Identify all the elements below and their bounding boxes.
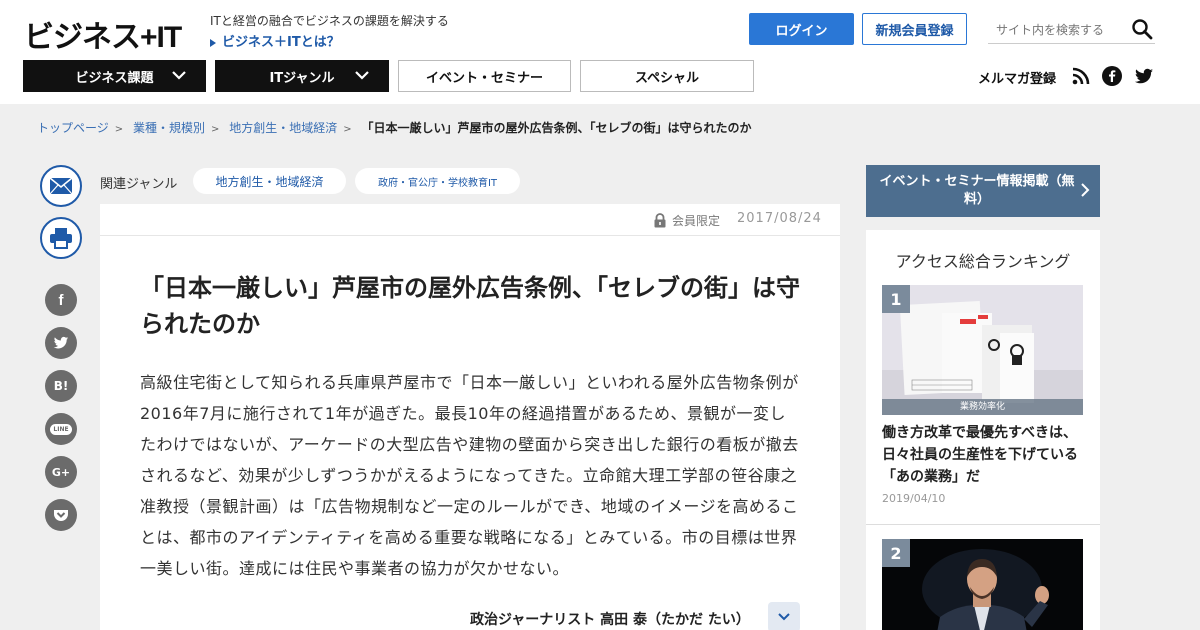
site-header: ビジネス+IT ITと経営の融合でビジネスの課題を解決する ビジネス＋ITとは？…: [0, 0, 1200, 104]
site-logo[interactable]: ビジネス+IT: [24, 12, 182, 56]
divider: [866, 524, 1100, 525]
facebook-icon[interactable]: [1102, 66, 1122, 86]
search-input[interactable]: [996, 20, 1126, 40]
pocket-share-button[interactable]: [45, 499, 77, 531]
nav-it-genre[interactable]: ITジャンル: [215, 60, 389, 92]
about-link[interactable]: ビジネス＋ITとは？: [210, 31, 340, 50]
search-icon[interactable]: [1131, 18, 1153, 40]
nav-events[interactable]: イベント・セミナー: [398, 60, 571, 92]
triangle-right-icon: [210, 38, 216, 47]
article-card: 会員限定 2017/08/24 「日本一厳しい」芦屋市の屋外広告条例、「セレブの…: [100, 204, 840, 630]
chevron-right-icon: >: [211, 124, 220, 135]
breadcrumb-item[interactable]: トップページ: [37, 121, 109, 135]
genre-tag[interactable]: 地方創生・地域経済: [193, 168, 346, 194]
hatena-icon: B!: [53, 379, 69, 393]
chevron-down-icon: [355, 71, 369, 80]
documents-photo: [882, 285, 1083, 415]
chevron-down-icon: [172, 71, 186, 80]
printer-icon: [50, 228, 72, 249]
breadcrumb-current: 「日本一厳しい」芦屋市の屋外広告条例、「セレブの街」は守られたのか: [361, 121, 752, 135]
ranking-title: アクセス総合ランキング: [895, 252, 1071, 271]
pocket-icon: [54, 510, 68, 521]
twitter-share-button[interactable]: [45, 327, 77, 359]
about-link-label: ビジネス＋ITとは？: [222, 35, 340, 50]
member-only-badge: 会員限定: [653, 212, 720, 229]
ranking-article-title[interactable]: 働き方改革で最優先すべきは、日々社員の生産性を下げている「あの業務」だ: [882, 422, 1087, 488]
article-meta: 会員限定 2017/08/24: [100, 204, 840, 236]
mail-icon: [49, 177, 73, 195]
nav-it-genre-label: ITジャンル: [269, 70, 335, 86]
genre-tag[interactable]: 政府・官公庁・学校教育IT: [355, 168, 520, 194]
breadcrumb-item[interactable]: 地方創生・地域経済: [229, 121, 337, 135]
site-search: [988, 16, 1155, 44]
register-button[interactable]: 新規会員登録: [862, 13, 967, 45]
event-listing-label: イベント・セミナー情報掲載（無料）: [879, 174, 1075, 207]
google-plus-share-button[interactable]: G+: [45, 456, 77, 488]
article-lead: 高級住宅街として知られる兵庫県芦屋市で「日本一厳しい」といわれる屋外広告物条例が…: [140, 373, 799, 578]
twitter-icon[interactable]: [1134, 66, 1154, 86]
event-listing-button[interactable]: イベント・セミナー情報掲載（無料）: [866, 165, 1100, 217]
category-tag: 業務効率化: [882, 399, 1083, 415]
line-share-button[interactable]: LINE: [45, 413, 77, 445]
site-tagline: ITと経営の融合でビジネスの課題を解決する: [210, 14, 449, 28]
author-name: 政治ジャーナリスト 高田 泰（たかだ たい）: [470, 612, 750, 628]
publish-date: 2017/08/24: [737, 211, 822, 226]
twitter-icon: [53, 336, 69, 349]
line-icon: LINE: [50, 423, 72, 435]
ranking-thumbnail[interactable]: 2: [882, 539, 1083, 630]
nav-business-issues-label: ビジネス課題: [75, 70, 154, 86]
article-title: 「日本一厳しい」芦屋市の屋外広告条例、「セレブの街」は守られたのか: [140, 274, 800, 338]
speaker-photo: [882, 539, 1083, 630]
email-share-button[interactable]: [40, 165, 82, 207]
nav-special[interactable]: スペシャル: [580, 60, 754, 92]
chevron-right-icon: [1081, 183, 1090, 197]
facebook-icon: f: [58, 291, 64, 309]
chevron-right-icon: >: [343, 124, 352, 135]
hatena-bookmark-button[interactable]: B!: [45, 370, 77, 402]
ranking-thumbnail[interactable]: 1 業務効率化: [882, 285, 1083, 415]
related-genre-label: 関連ジャンル: [100, 177, 178, 192]
ranking-article-date: 2019/04/10: [882, 492, 946, 505]
print-button[interactable]: [40, 217, 82, 259]
breadcrumb: トップページ > 業種・規模別 > 地方創生・地域経済 > 「日本一厳しい」芦屋市の屋…: [37, 119, 751, 136]
login-button[interactable]: ログイン: [749, 13, 854, 45]
breadcrumb-item[interactable]: 業種・規模別: [133, 121, 205, 135]
facebook-share-button[interactable]: f: [45, 284, 77, 316]
lock-icon: [654, 213, 666, 228]
member-only-label: 会員限定: [672, 214, 721, 228]
author-profile-toggle[interactable]: [768, 602, 800, 630]
rank-number: 2: [882, 539, 910, 567]
chevron-down-icon: [778, 613, 790, 621]
chevron-right-icon: >: [114, 124, 124, 135]
newsletter-link[interactable]: メルマガ登録: [978, 68, 1056, 87]
nav-business-issues[interactable]: ビジネス課題: [23, 60, 206, 92]
rank-number: 1: [882, 285, 910, 313]
access-ranking: アクセス総合ランキング 1 業務効率化 働き方改革で最優先すべきは、日々社員の生…: [866, 230, 1100, 630]
google-plus-icon: G+: [51, 465, 71, 479]
rss-icon[interactable]: [1071, 66, 1091, 86]
